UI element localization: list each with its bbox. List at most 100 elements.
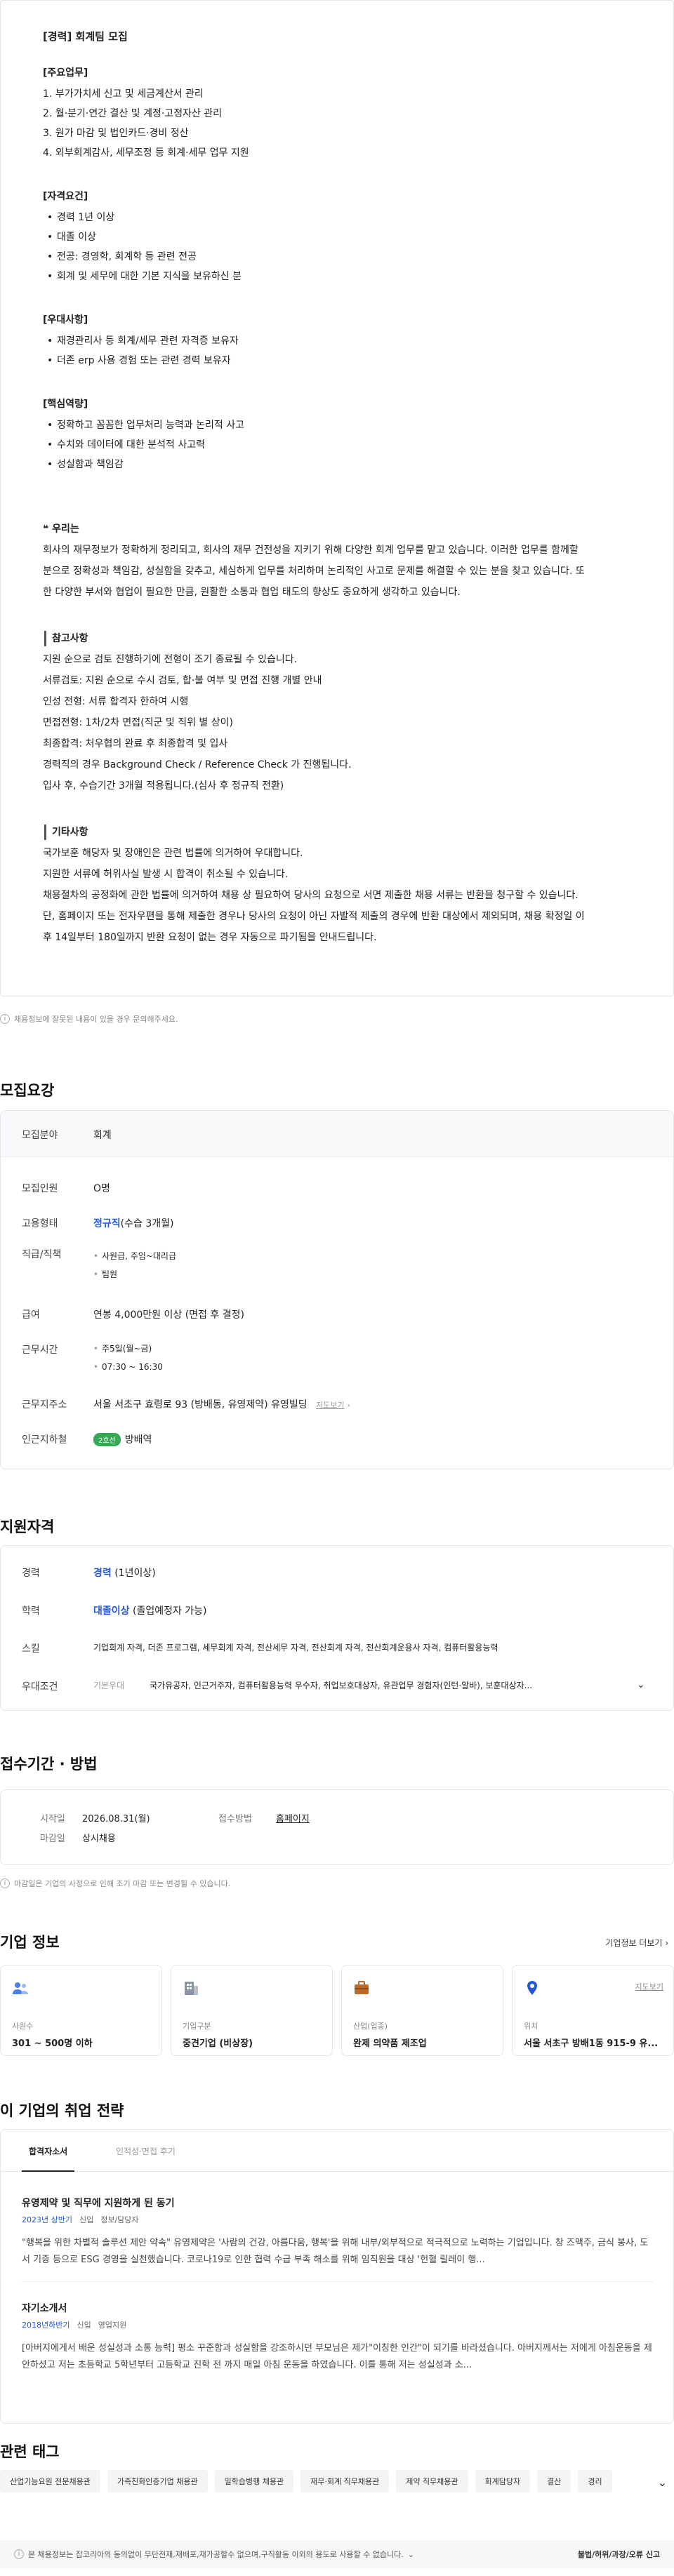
strategy-heading: 이 기업의 취업 전략 <box>0 2102 124 2119</box>
map-link[interactable]: 지도보기 <box>316 1401 344 1410</box>
page: [경력] 회계팀 모집 [주요업무] 1. 부가가치세 신고 및 세금계산서 관… <box>0 0 674 2576</box>
tag-chip[interactable]: 경리 <box>578 2470 612 2492</box>
ref-item: 서류검토: 지원 순으로 수시 검토, 합·불 여부 및 면접 진행 개별 안내 <box>43 675 322 686</box>
recruit-box: 모집분야 회계 모집인원 O명 고용형태 정규직(수습 3개월) 직급/직책 사원급, … <box>0 1110 674 1469</box>
period-heading: 접수기간 · 방법 <box>0 1756 98 1773</box>
we-text: 회사의 재무정보가 정확하게 정리되고, 회사의 재무 건전성을 지키기 위해 … <box>43 545 585 598</box>
tab-resume[interactable]: 합격자소서 <box>21 2145 75 2172</box>
card-label: 산업(업종) <box>353 2022 388 2031</box>
skill-value: 기업회계 자격, 더존 프로그램, 세무회계 자격, 전산세무 자격, 전산회계… <box>93 1643 498 1653</box>
chevron-down-icon[interactable]: ⌄ <box>408 2550 414 2559</box>
tag-chip[interactable]: 회계담당자 <box>475 2470 531 2492</box>
subway-line-badge: 2호선 <box>93 1433 121 1446</box>
period-box: 시작일 2026.08.31(월) 마감일 상시채용 접수방법 홈페이지 <box>0 1789 674 1865</box>
pay-key: 급여 <box>22 1309 40 1321</box>
tag-chip[interactable]: 재무·회계 직무채용관 <box>300 2470 390 2492</box>
meta-level: 신입 <box>77 2321 91 2330</box>
job-description-card: [경력] 회계팀 모집 [주요업무] 1. 부가가치세 신고 및 세금계산서 관… <box>0 0 674 996</box>
etc-item: 채용절차의 공정화에 관한 법률에 의거하여 채용 상 필요하여 당사의 요청으… <box>43 890 585 943</box>
meta-job: 영업지원 <box>98 2321 127 2330</box>
addr-value: 서울 서초구 효령로 93 (방배동, 유영제약) 유영빌딩 <box>93 1399 308 1410</box>
pref-item: 재경관리사 등 회계/세무 관련 자격증 보유자 <box>47 333 590 349</box>
tag-chip[interactable]: 제약 직무채용관 <box>396 2470 468 2492</box>
card-label: 사원수 <box>12 2022 34 2031</box>
ref-item: 면접전형: 1차/2차 면접(직군 및 직위 별 상이) <box>43 717 233 728</box>
skill-key: 스킬 <box>22 1643 40 1655</box>
chevron-down-icon[interactable]: ⌄ <box>637 1679 645 1693</box>
time-key: 근무시간 <box>22 1344 58 1356</box>
location-icon <box>527 1981 537 1995</box>
info-icon: i <box>0 1014 10 1024</box>
card-label: 기업구분 <box>183 2022 211 2031</box>
rank-item: 팀원 <box>93 1265 176 1283</box>
company-more-link[interactable]: 기업정보 더보기 › <box>605 1937 668 1949</box>
type-key: 고용형태 <box>22 1218 58 1229</box>
etc-title: 기타사항 <box>44 825 590 840</box>
footer: i 본 채용정보는 잡코리아의 동의없이 무단전재,재배포,재가공할수 없으며,구… <box>0 2540 674 2568</box>
ref-title: 참고사항 <box>44 631 590 646</box>
count-key: 모집인원 <box>22 1183 58 1194</box>
qual-heading: 지원자격 <box>0 1519 55 1535</box>
pref-item: 더존 erp 사용 경험 또는 관련 경력 보유자 <box>47 353 590 368</box>
card-value: 완제 의약품 제조업 <box>353 2038 427 2049</box>
core-item: 수치와 데이터에 대한 분석적 사고력 <box>47 437 590 453</box>
tab-interview[interactable]: 인적성·면접 후기 <box>116 2145 176 2157</box>
jd-title: [경력] 회계팀 모집 <box>43 30 128 43</box>
pref-cond-value: 국가유공자, 인근거주자, 컴퓨터활용능력 우수자, 취업보호대상자, 유관업무… <box>150 1681 533 1690</box>
time-item: 07:30 ~ 16:30 <box>93 1358 163 1376</box>
tag-chip[interactable]: 산업기능요원 전문채용관 <box>0 2470 100 2492</box>
addr-key: 근무지주소 <box>22 1399 67 1410</box>
ref-item: 최종합격: 처우협의 완료 후 최종합격 및 입사 <box>43 738 228 749</box>
meta-period: 2018년하반기 <box>22 2321 70 2330</box>
rank-item: 사원급, 주임~대리급 <box>93 1247 176 1265</box>
strategy-box: 합격자소서 인적성·면접 후기 유영제약 및 직무에 지원하게 된 동기 202… <box>0 2129 674 2424</box>
qual-box: 경력 경력 (1년이상) 학력 대졸이상 (졸업예정자 가능) 스킬 기업회계 자격,… <box>0 1545 674 1711</box>
briefcase-icon <box>355 1981 369 1994</box>
type-value: 정규직 <box>93 1218 121 1229</box>
end-value: 상시채용 <box>82 1834 116 1844</box>
time-item: 주5일(월~금) <box>93 1340 163 1358</box>
qual-item: 경력 1년 이상 <box>47 210 590 225</box>
career-value: 경력 <box>93 1568 112 1579</box>
report-notice[interactable]: i 채용정보에 잘못된 내용이 있을 경우 문의해주세요. <box>0 1013 178 1025</box>
info-icon: i <box>14 2549 24 2559</box>
strategy-tabs: 합격자소서 인적성·면접 후기 <box>1 2130 673 2172</box>
tag-chip[interactable]: 일학습병행 채용관 <box>214 2470 294 2492</box>
recruit-heading: 모집요강 <box>0 1082 55 1099</box>
card-map-link[interactable]: 지도보기 <box>635 1981 663 1992</box>
etc-item: 지원한 서류에 허위사실 발생 시 합격이 취소될 수 있습니다. <box>43 869 289 880</box>
answer-text: "행복을 위한 차별적 솔루션 제안 약속" 유영제약은 '사람의 건강, 아름… <box>22 2238 649 2265</box>
method-link[interactable]: 홈페이지 <box>276 1811 310 1824</box>
duty-item: 2. 월·분기·연간 결산 및 계정·고정자산 관리 <box>43 108 223 119</box>
question-title[interactable]: 유영제약 및 직무에 지원하게 된 동기 <box>22 2196 175 2210</box>
tag-chip[interactable]: 결산 <box>537 2470 571 2492</box>
question-meta: 2018년하반기 신입 영업지원 <box>22 2319 126 2330</box>
subway-value: 방배역 <box>124 1434 152 1446</box>
ref-item: 입사 후, 수습기간 3개월 적용됩니다.(심사 후 정규직 전환) <box>43 780 284 792</box>
company-card-location: 지도보기 위치 서울 서초구 방배1동 915-9 유... <box>512 1965 674 2056</box>
career-key: 경력 <box>22 1568 40 1579</box>
start-key: 시작일 <box>40 1814 65 1824</box>
type-note: (수습 3개월) <box>120 1218 174 1229</box>
company-card-industry: 산업(업종) 완제 의약품 제조업 <box>341 1965 503 2056</box>
period-notice: i 마감일은 기업의 사정으로 인해 조기 마감 또는 변경될 수 있습니다. <box>0 1878 230 1889</box>
ref-item: 경력직의 경우 Background Check / Reference Che… <box>43 759 352 770</box>
chevron-down-icon[interactable]: ⌄ <box>658 2476 667 2489</box>
people-icon <box>13 1982 28 1994</box>
edu-note: (졸업예정자 가능) <box>132 1606 207 1617</box>
meta-period: 2023년 상반기 <box>22 2215 72 2224</box>
duty-item: 4. 외부회계감사, 세무조정 등 회계·세무 업무 지원 <box>43 147 249 159</box>
qual-item: 회계 및 세무에 대한 기본 지식을 보유하신 분 <box>47 269 590 284</box>
qual-title: [자격요건] <box>43 191 88 202</box>
duty-title: [주요업무] <box>43 67 88 79</box>
report-link[interactable]: 불법/허위/과장/오류 신고 <box>578 2549 660 2560</box>
pref-cond-key: 우대조건 <box>22 1681 58 1693</box>
building-icon <box>185 1982 198 1995</box>
question-title[interactable]: 자기소개서 <box>22 2301 67 2315</box>
career-note: (1년이상) <box>114 1568 156 1579</box>
meta-job: 정보/담당자 <box>100 2215 139 2224</box>
card-value: 서울 서초구 방배1동 915-9 유... <box>524 2038 659 2049</box>
method-key: 접수방법 <box>218 1814 252 1824</box>
etc-list: 국가보훈 해당자 및 장애인은 관련 법률에 의거하여 우대합니다. 지원한 서… <box>43 843 590 948</box>
tag-chip[interactable]: 가족친화인증기업 채용관 <box>107 2470 208 2492</box>
